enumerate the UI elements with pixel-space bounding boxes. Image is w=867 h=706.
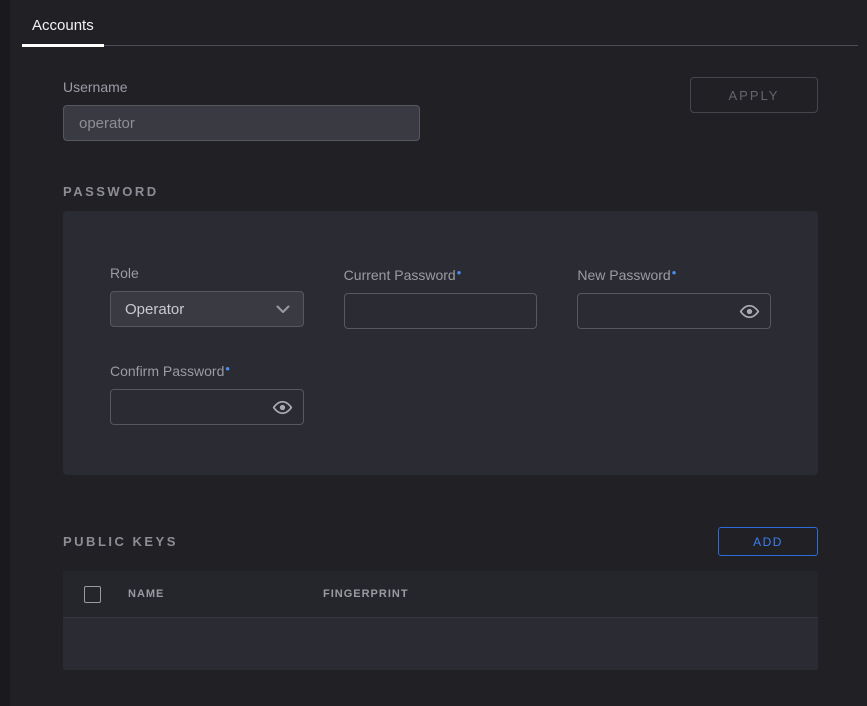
required-marker: • <box>672 265 677 280</box>
column-header-name: NAME <box>128 588 323 600</box>
password-fields-row-2: Confirm Password• <box>110 361 771 425</box>
role-label: Role <box>110 265 304 281</box>
public-keys-section-title: PUBLIC KEYS <box>63 534 178 549</box>
public-keys-table: NAME FINGERPRINT <box>63 571 818 670</box>
password-fields-row-1: Role Operator Current Password• <box>110 265 771 329</box>
username-label: Username <box>63 79 420 95</box>
current-password-field-group: Current Password• <box>344 265 538 329</box>
username-field-group: Username <box>63 79 420 141</box>
current-password-input[interactable] <box>344 293 538 329</box>
username-row: Username APPLY <box>63 79 818 141</box>
page-content: Username APPLY PASSWORD Role Operator <box>10 79 867 670</box>
show-password-icon[interactable] <box>739 303 760 319</box>
role-field-group: Role Operator <box>110 265 304 329</box>
role-selected-value: Operator <box>125 301 184 318</box>
tab-accounts[interactable]: Accounts <box>22 17 104 47</box>
apply-button[interactable]: APPLY <box>690 77 818 113</box>
public-keys-header-row: PUBLIC KEYS ADD <box>63 527 818 556</box>
password-card: Role Operator Current Password• <box>63 211 818 475</box>
required-marker: • <box>457 265 462 280</box>
password-section-title: PASSWORD <box>63 184 818 199</box>
column-header-fingerprint: FINGERPRINT <box>323 588 409 600</box>
required-marker: • <box>225 361 230 376</box>
confirm-password-label: Confirm Password• <box>110 361 304 379</box>
tab-bar: Accounts <box>22 0 858 46</box>
new-password-field-group: New Password• <box>577 265 771 329</box>
public-keys-empty-row <box>63 618 818 670</box>
select-all-checkbox[interactable] <box>84 586 101 603</box>
confirm-password-field-group: Confirm Password• <box>110 361 304 425</box>
page-edge <box>0 0 10 706</box>
new-password-label: New Password• <box>577 265 771 283</box>
add-public-key-button[interactable]: ADD <box>718 527 818 556</box>
public-keys-table-header: NAME FINGERPRINT <box>63 571 818 618</box>
role-select[interactable]: Operator <box>110 291 304 327</box>
accounts-page: Accounts Username APPLY PASSWORD Role Op… <box>10 0 867 706</box>
username-input[interactable] <box>63 105 420 141</box>
chevron-down-icon <box>276 305 290 314</box>
current-password-label: Current Password• <box>344 265 538 283</box>
show-password-icon[interactable] <box>272 399 293 415</box>
